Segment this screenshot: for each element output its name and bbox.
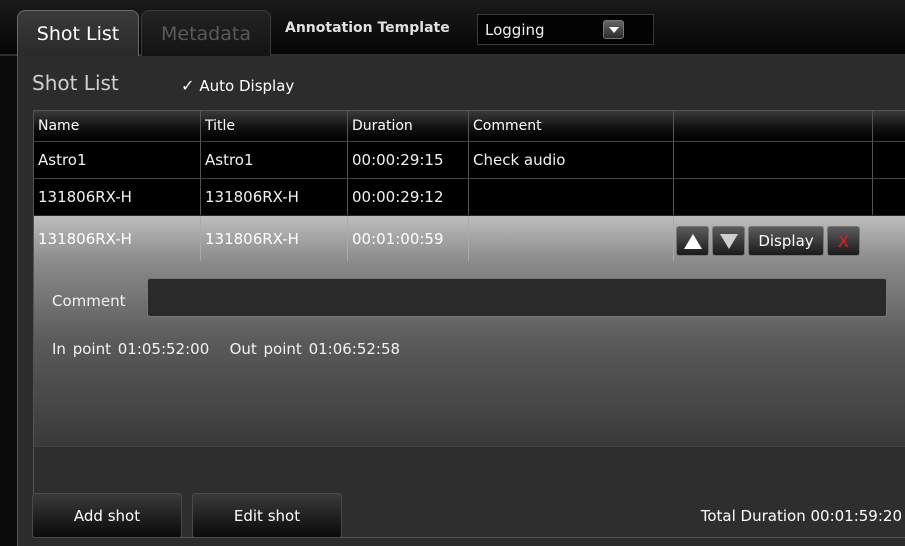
annotation-template-dropdown[interactable]: Logging xyxy=(477,14,654,45)
total-duration-value: 00:01:59:20 xyxy=(810,507,902,525)
cell-name: 131806RX-H xyxy=(34,179,201,215)
checkmark-icon: ✓ xyxy=(181,76,195,95)
cell-extra xyxy=(873,142,905,178)
cell-title: 131806RX-H xyxy=(201,216,348,261)
cell-actions xyxy=(674,179,873,215)
out-point-label: Out point xyxy=(229,340,302,358)
table-row[interactable]: Astro1 Astro1 00:00:29:15 Check audio xyxy=(34,141,905,178)
tab-metadata[interactable]: Metadata xyxy=(141,10,271,56)
edit-shot-button[interactable]: Edit shot xyxy=(192,493,342,538)
cell-actions xyxy=(674,142,873,178)
cell-comment: Check audio xyxy=(469,142,674,178)
column-header-extra xyxy=(873,111,905,141)
out-point-value: 01:06:52:58 xyxy=(308,340,401,358)
row-controls: Display X xyxy=(676,226,860,256)
add-shot-button[interactable]: Add shot xyxy=(32,493,182,538)
in-point-value: 01:05:52:00 xyxy=(117,340,210,358)
annotation-template-label: Annotation Template xyxy=(285,20,450,36)
cell-comment xyxy=(469,216,674,261)
arrow-up-icon xyxy=(683,233,702,249)
comment-label: Comment xyxy=(52,292,126,310)
cell-comment xyxy=(469,179,674,215)
display-button[interactable]: Display xyxy=(748,226,824,256)
selected-shot-row[interactable]: 131806RX-H 131806RX-H 00:01:00:59 Displa… xyxy=(34,216,905,446)
total-duration-label: Total Duration xyxy=(700,507,806,525)
auto-display-checkbox[interactable]: ✓ Auto Display xyxy=(181,76,294,95)
auto-display-label: Auto Display xyxy=(199,76,295,95)
comment-input[interactable] xyxy=(147,278,887,317)
column-header-name[interactable]: Name xyxy=(34,111,201,141)
move-up-button[interactable] xyxy=(676,226,709,256)
cell-title: Astro1 xyxy=(201,142,348,178)
chevron-down-icon[interactable] xyxy=(603,20,624,39)
column-header-duration[interactable]: Duration xyxy=(348,111,469,141)
delete-button[interactable]: X xyxy=(827,226,860,256)
total-duration: Total Duration 00:01:59:20 xyxy=(701,507,902,525)
app-window: Shot List Metadata Annotation Template L… xyxy=(0,0,905,546)
column-header-title[interactable]: Title xyxy=(201,111,348,141)
shot-table: Name Title Duration Comment Astro1 Astro… xyxy=(33,110,905,538)
tab-bar: Shot List Metadata Annotation Template L… xyxy=(0,0,905,56)
in-point-label: In point xyxy=(52,340,111,358)
in-out-points: In point 01:05:52:00 Out point 01:06:52:… xyxy=(52,340,400,358)
cell-duration: 00:00:29:15 xyxy=(348,142,469,178)
cell-name: Astro1 xyxy=(34,142,201,178)
panel-title: Shot List xyxy=(32,71,119,95)
table-header: Name Title Duration Comment xyxy=(34,111,905,141)
move-down-button[interactable] xyxy=(712,226,745,256)
table-row[interactable]: 131806RX-H 131806RX-H 00:00:29:12 xyxy=(34,178,905,215)
cell-extra xyxy=(873,179,905,215)
column-header-comment[interactable]: Comment xyxy=(469,111,674,141)
arrow-down-icon xyxy=(719,233,738,249)
column-header-actions xyxy=(674,111,873,141)
cell-duration: 00:00:29:12 xyxy=(348,179,469,215)
tab-shot-list[interactable]: Shot List xyxy=(17,10,139,56)
cell-name: 131806RX-H xyxy=(34,216,201,261)
cell-title: 131806RX-H xyxy=(201,179,348,215)
annotation-template-value: Logging xyxy=(485,20,545,39)
shot-list-panel: Shot List ✓ Auto Display Name Title Dura… xyxy=(17,56,905,546)
cell-duration: 00:01:00:59 xyxy=(348,216,469,261)
